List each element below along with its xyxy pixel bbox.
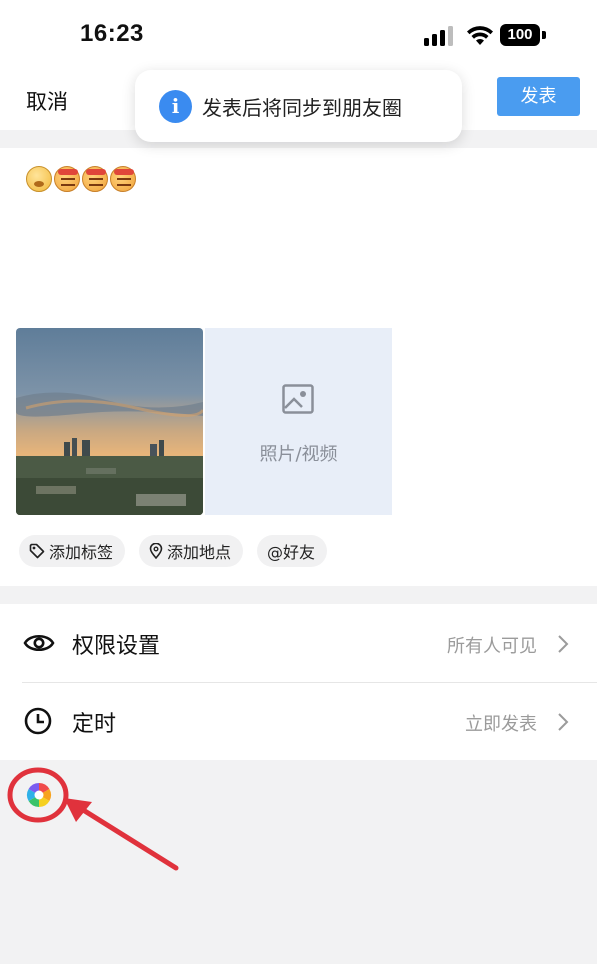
- status-time: 16:23: [80, 20, 144, 47]
- color-wheel-icon[interactable]: [26, 782, 52, 808]
- info-icon: i: [159, 89, 192, 123]
- signal-icon: [424, 26, 453, 46]
- eye-icon: [23, 634, 55, 652]
- clock-icon: [24, 707, 52, 735]
- add-location-label: 添加地点: [167, 543, 232, 562]
- battery-icon: 100: [500, 24, 546, 46]
- tag-icon: [29, 543, 45, 559]
- location-pin-icon: [149, 543, 163, 559]
- permission-settings-value: 所有人可见: [447, 636, 537, 657]
- add-media-label: 照片/视频: [259, 444, 338, 465]
- post-text[interactable]: [26, 166, 136, 192]
- mention-friends-label: @好友: [267, 543, 316, 562]
- schedule-label: 定时: [72, 712, 117, 737]
- toast-text: 发表后将同步到朋友圈: [202, 95, 402, 120]
- chevron-right-icon: [558, 635, 569, 653]
- permission-settings-row[interactable]: 权限设置 所有人可见: [0, 604, 597, 682]
- attached-photo[interactable]: [16, 328, 203, 515]
- status-bar: 16:23 100: [0, 0, 597, 70]
- post-options: 添加标签 添加地点 @好友: [19, 535, 328, 567]
- battery-tip: [542, 31, 546, 39]
- bottom-area: [0, 760, 597, 964]
- publish-button[interactable]: 发表: [497, 77, 580, 116]
- compose-area[interactable]: 照片/视频 添加标签 添加地点 @好友: [0, 148, 597, 586]
- schedule-row[interactable]: 定时 立即发表: [0, 682, 597, 760]
- wifi-icon: [467, 26, 493, 45]
- add-media-button[interactable]: 照片/视频: [205, 328, 392, 515]
- settings-list: 权限设置 所有人可见 定时 立即发表: [0, 604, 597, 760]
- shy-emoji-icon: [26, 166, 52, 192]
- sync-toast: i 发表后将同步到朋友圈: [135, 70, 462, 142]
- add-tag-chip[interactable]: 添加标签: [19, 535, 126, 567]
- chevron-right-icon: [558, 713, 569, 731]
- image-icon: [282, 384, 314, 414]
- cancel-button[interactable]: 取消: [26, 86, 68, 116]
- mention-friends-chip[interactable]: @好友: [257, 535, 328, 567]
- angry-emoji-icon: [110, 166, 136, 192]
- add-tag-label: 添加标签: [49, 543, 114, 562]
- angry-emoji-icon: [54, 166, 80, 192]
- angry-emoji-icon: [82, 166, 108, 192]
- battery-level: 100: [500, 24, 540, 46]
- schedule-value: 立即发表: [465, 714, 537, 735]
- permission-settings-label: 权限设置: [72, 634, 161, 659]
- add-location-chip[interactable]: 添加地点: [139, 535, 244, 567]
